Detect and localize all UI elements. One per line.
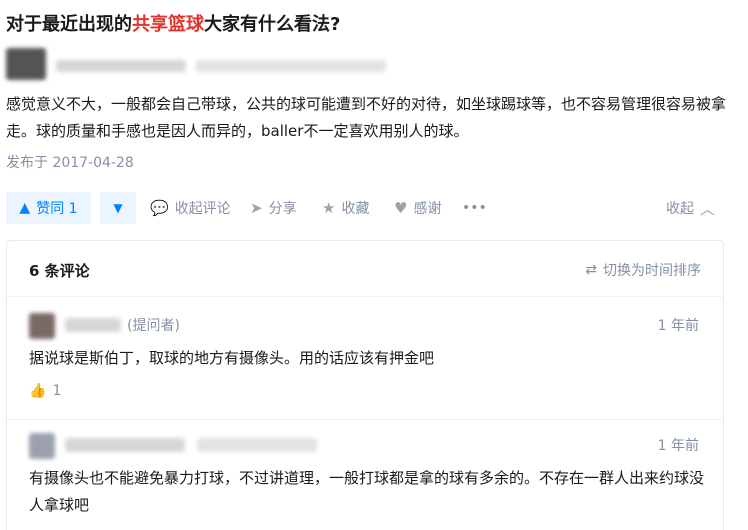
avatar [29,433,55,459]
asker-tag: (提问者) [127,318,180,334]
redacted-name [56,60,186,72]
favorite-button[interactable]: ★ 收藏 [322,192,369,224]
comment-time: 1 年前 [657,438,699,454]
thanks-button[interactable]: ♥ 感谢 [394,192,441,224]
share-icon: ➤ [250,199,263,217]
sort-toggle-button[interactable]: ⇄ 切换为时间排序 [585,260,701,280]
chevron-up-icon: ︿ [700,199,716,218]
comments-count: 6 条评论 [29,262,90,280]
redacted-bio [196,60,386,72]
comment-divider [7,419,723,420]
comment-text: 有摄像头也不能避免暴力打球，不过讲道理，一般打球都是拿的球有多余的。不存在一群人… [29,469,705,514]
comments-header: 6 条评论 ⇄ 切换为时间排序 [7,241,723,297]
redacted-bio [197,438,317,452]
comment-like-button[interactable]: 👍 1 [29,383,61,399]
question-title-part: 对于最近出现的 [6,14,132,35]
collapse-answer-button[interactable]: 收起 ︿ [666,192,715,224]
more-icon: ••• [462,200,487,216]
swap-icon: ⇄ [585,262,597,278]
avatar [6,48,46,80]
comments-panel: 6 条评论 ⇄ 切换为时间排序 (提问者) 1 年前 据说球是斯伯丁，取球的地方… [6,240,724,530]
redacted-name [65,318,121,332]
collapse-comments-label: 收起评论 [174,201,231,217]
thanks-label: 感谢 [413,201,442,217]
question-title-part: 大家有什么看法? [204,14,341,35]
answer-action-bar: ▲ 赞同 1 ▼ 💬 收起评论 ➤ 分享 ★ 收藏 ♥ 感谢 ••• 收起 ︿ [6,192,736,226]
question-title-highlight: 共享篮球 [132,14,204,35]
share-label: 分享 [268,201,297,217]
triangle-up-icon: ▲ [19,200,31,216]
downvote-button[interactable]: ▼ [100,192,136,224]
upvote-button[interactable]: ▲ 赞同 1 [6,192,91,224]
comment-text: 据说球是斯伯丁，取球的地方有摄像头。用的话应该有押金吧 [29,349,435,367]
author-info-redacted [6,48,386,82]
comment-item: (提问者) 1 年前 据说球是斯伯丁，取球的地方有摄像头。用的话应该有押金吧 👍… [7,297,723,417]
triangle-down-icon: ▼ [113,201,123,215]
collapse-comments-button[interactable]: 💬 收起评论 [150,192,231,224]
comment-like-count: 1 [52,383,62,399]
sort-toggle-label: 切换为时间排序 [603,263,701,279]
favorite-label: 收藏 [341,201,370,217]
publish-time[interactable]: 发布于 2017-04-28 [6,152,134,172]
avatar [29,313,55,339]
heart-icon: ♥ [394,199,408,217]
comment-item: 1 年前 有摄像头也不能避免暴力打球，不过讲道理，一般打球都是拿的球有多余的。不… [7,421,723,530]
collapse-label: 收起 [666,201,694,217]
share-button[interactable]: ➤ 分享 [250,192,297,224]
star-icon: ★ [322,199,336,217]
redacted-name [65,438,185,452]
more-button[interactable]: ••• [462,192,487,224]
comment-time: 1 年前 [657,318,699,334]
question-title[interactable]: 对于最近出现的共享篮球大家有什么看法? [6,10,340,36]
upvote-label: 赞同 1 [36,201,78,217]
comment-icon: 💬 [150,199,169,217]
thumbs-up-icon: 👍 [29,383,47,399]
answer-content: 感觉意义不大，一般都会自己带球，公共的球可能遭到不好的对待，如坐球踢球等，也不容… [6,95,727,140]
